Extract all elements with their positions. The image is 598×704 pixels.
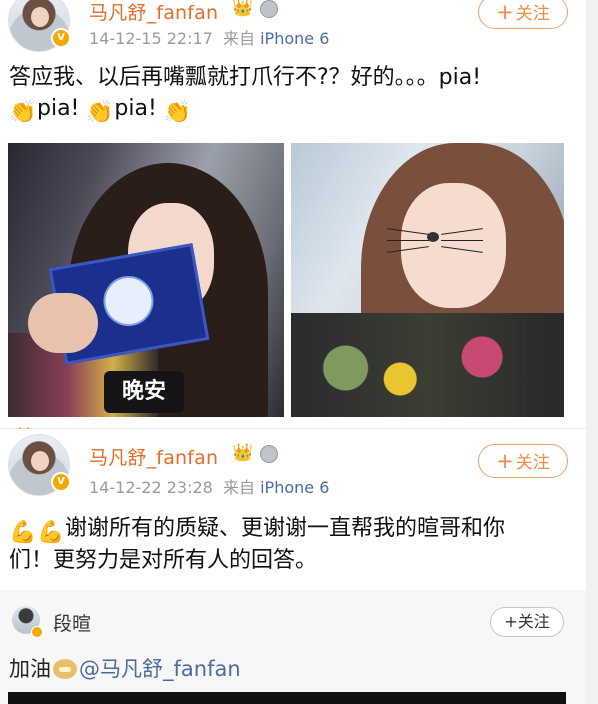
source-device[interactable]: iPhone 6: [260, 29, 329, 48]
doge-icon: [53, 659, 77, 679]
clap-icon: 👏: [9, 100, 37, 125]
clap-icon: 👏: [86, 100, 114, 125]
plus-icon: +: [504, 612, 518, 631]
goodnight-sticker: 晚安: [104, 371, 184, 413]
verified-badge-icon: V: [51, 28, 71, 48]
flex-icon: 💪: [37, 520, 65, 545]
medal-icon: [260, 445, 278, 463]
repost-text: 加油 @马凡舒_fanfan: [9, 653, 241, 683]
repost-media-preview[interactable]: [8, 692, 566, 704]
post-time: 14-12-22 23:28: [89, 478, 213, 497]
follow-button[interactable]: +关注: [478, 0, 568, 29]
post-meta: 14-12-15 22:17 来自 iPhone 6: [89, 25, 329, 49]
flex-icon: 💪: [9, 520, 37, 545]
post-text-main: 谢谢所有的质疑、更谢谢一直帮我的暄哥和你: [65, 516, 506, 541]
follow-button[interactable]: +关注: [490, 607, 564, 637]
right-gutter: [586, 0, 598, 704]
crown-icon: 👑: [232, 443, 254, 463]
follow-label: 关注: [515, 4, 550, 24]
post-photo-left[interactable]: 晚安: [8, 143, 284, 417]
repost-username[interactable]: 段暄: [53, 609, 91, 636]
follow-label: 关注: [517, 612, 550, 631]
mention-link[interactable]: @马凡舒_fanfan: [79, 657, 241, 681]
pia-text-2: pia!: [114, 96, 157, 121]
username[interactable]: 马凡舒_fanfan: [89, 0, 218, 25]
post-text-line-2: 们！更努力是对所有人的回答。: [9, 548, 318, 573]
source-device[interactable]: iPhone 6: [260, 478, 329, 497]
post-text-line-1: 💪💪谢谢所有的质疑、更谢谢一直帮我的暄哥和你: [9, 513, 505, 545]
post-photo-right[interactable]: [291, 143, 564, 417]
repost-card[interactable]: 段暄 +关注 加油 @马凡舒_fanfan: [0, 590, 586, 704]
weibo-post-1: V 马凡舒_fanfan 👑 14-12-15 22:17 来自 iPhone …: [0, 0, 586, 428]
repost-text-prefix: 加油: [9, 657, 51, 681]
post-time: 14-12-15 22:17: [89, 29, 213, 48]
follow-label: 关注: [515, 453, 550, 473]
username[interactable]: 马凡舒_fanfan: [89, 443, 218, 470]
plus-icon: +: [496, 449, 514, 473]
clap-icon: 👏: [163, 100, 192, 125]
weibo-post-2: V 马凡舒_fanfan 👑 14-12-22 23:28 来自 iPhone …: [0, 429, 586, 590]
follow-button[interactable]: +关注: [478, 444, 568, 478]
post-text-line-1: 答应我、以后再嘴瓢就打爪行不?？好的。。。pia!: [9, 65, 482, 90]
medal-icon: [260, 0, 278, 18]
source-prefix: 来自: [223, 29, 256, 48]
source-prefix: 来自: [223, 478, 256, 497]
verified-badge-icon: [31, 626, 43, 638]
plus-icon: +: [496, 0, 514, 24]
pia-text-1: pia!: [37, 96, 80, 121]
post-meta: 14-12-22 23:28 来自 iPhone 6: [89, 474, 329, 498]
verified-badge-icon: V: [51, 472, 71, 492]
crown-icon: 👑: [232, 0, 254, 18]
post-text-line-2: 👏pia! 👏pia! 👏: [9, 93, 192, 125]
